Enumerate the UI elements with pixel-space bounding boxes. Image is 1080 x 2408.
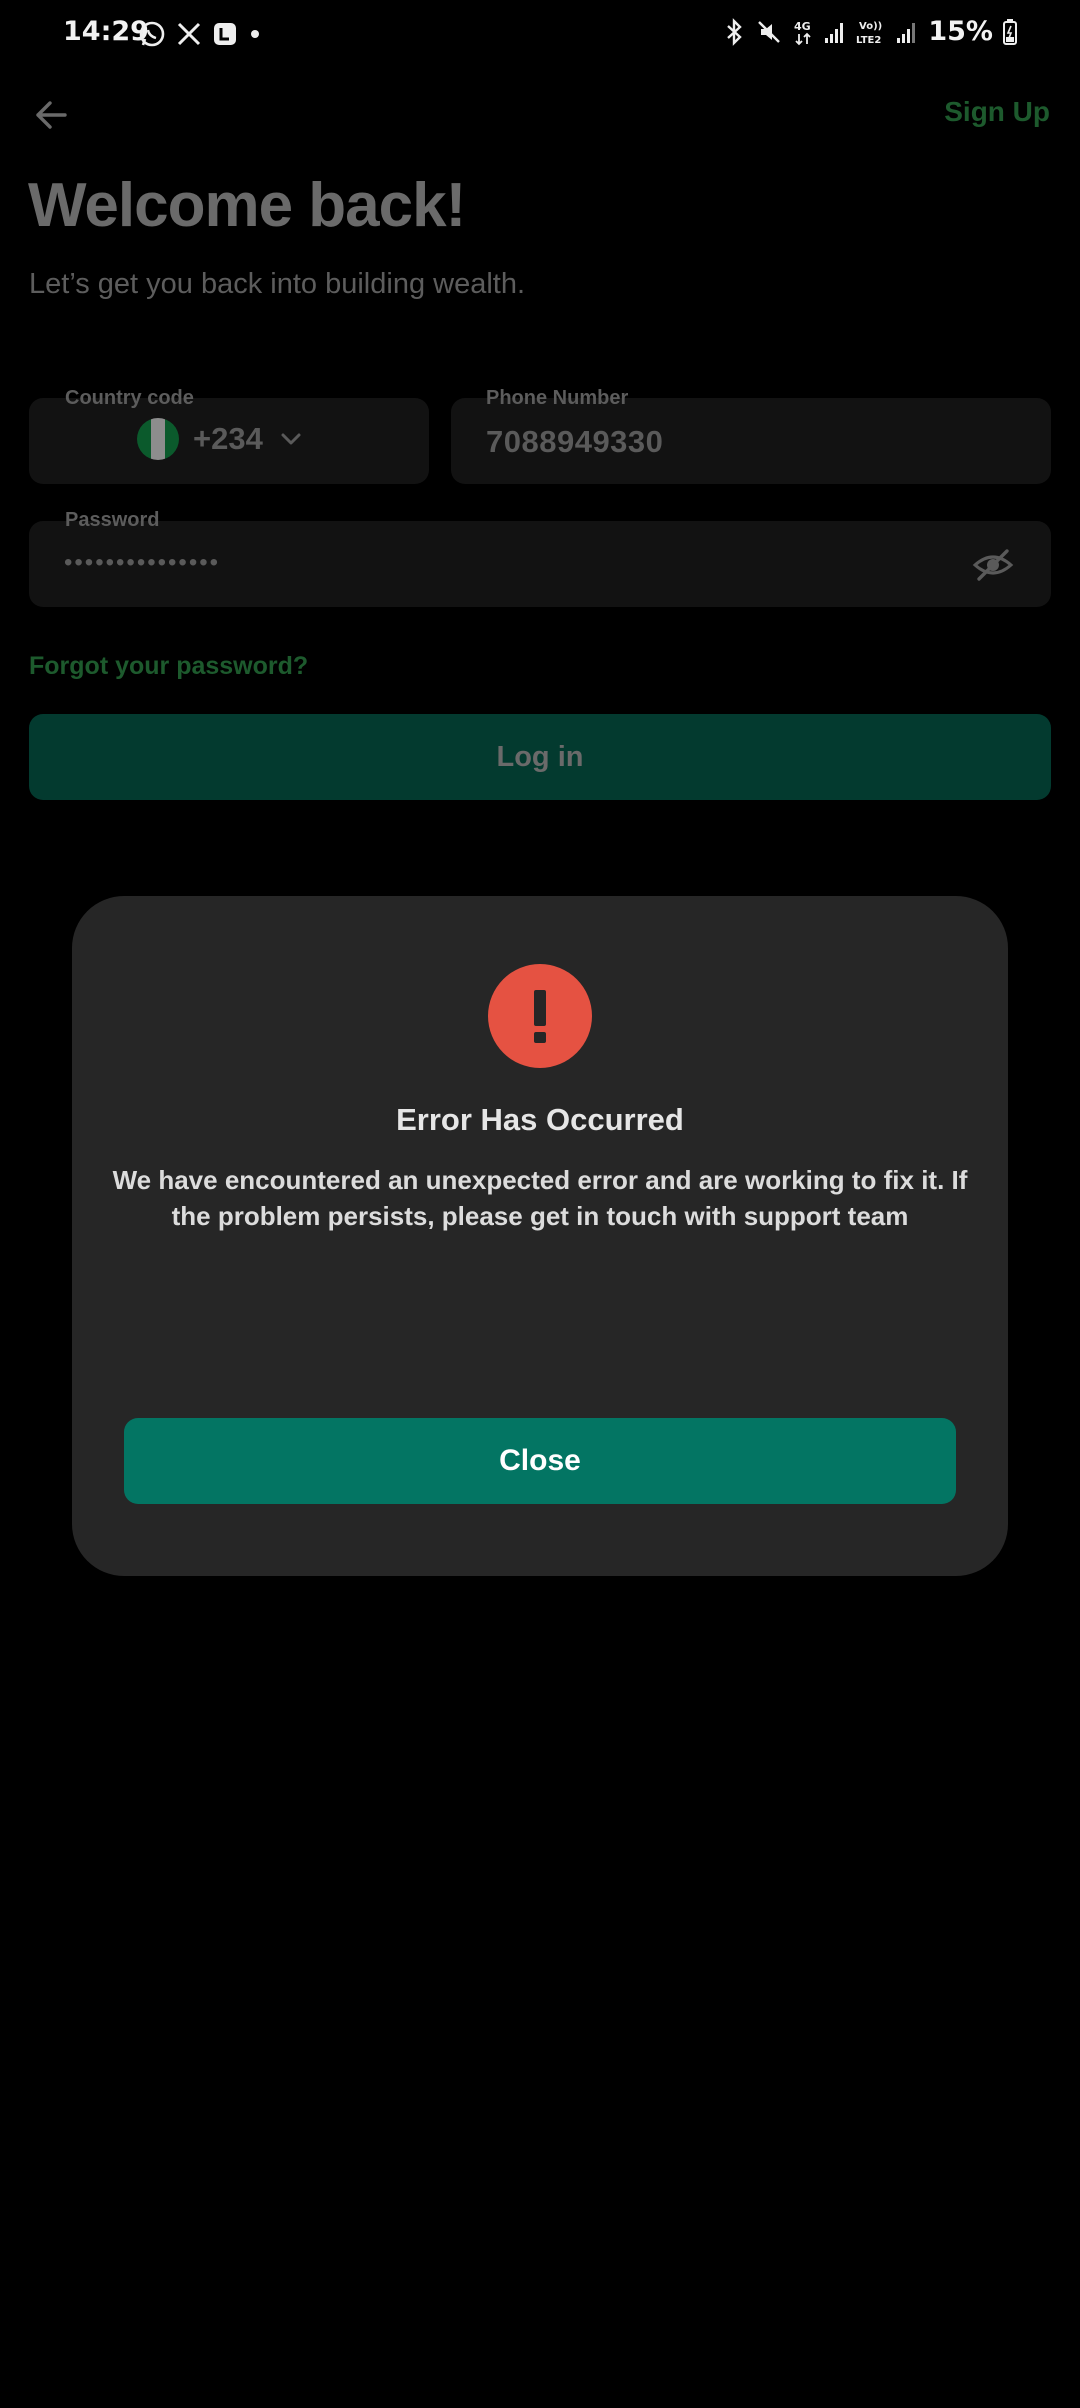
page-title: Welcome back! <box>28 171 466 240</box>
country-code-content: +234 <box>137 418 305 460</box>
battery-charging-icon <box>1003 18 1017 45</box>
chevron-down-icon <box>281 433 301 445</box>
x-app-icon <box>176 21 202 47</box>
status-bar: 14:29 4G Vo)) LTE2 15% <box>0 0 1080 70</box>
phone-number-field[interactable]: 7088949330 <box>451 398 1051 484</box>
country-code-value: +234 <box>193 421 263 456</box>
error-dialog: Error Has Occurred We have encountered a… <box>72 896 1008 1576</box>
battery-percent: 15% <box>928 16 993 47</box>
error-title: Error Has Occurred <box>396 1102 684 1137</box>
password-visibility-toggle[interactable] <box>971 543 1015 587</box>
page-subtitle: Let’s get you back into building wealth. <box>29 268 526 300</box>
close-button[interactable]: Close <box>124 1418 956 1504</box>
app-notification-icon <box>212 21 238 47</box>
country-code-select[interactable]: +234 <box>29 398 429 484</box>
bluetooth-icon <box>724 17 746 46</box>
whatsapp-icon <box>138 20 166 48</box>
exclamation-icon <box>488 964 592 1068</box>
sign-up-link[interactable]: Sign Up <box>944 96 1050 128</box>
more-notifications-dot-icon <box>248 27 262 41</box>
password-value: ••••••••••••••• <box>64 549 221 576</box>
mute-icon <box>756 19 782 45</box>
country-code-label: Country code <box>65 387 194 409</box>
signal-strength-icon <box>824 20 846 44</box>
nigeria-flag-icon <box>137 418 179 460</box>
signal-strength-2-icon <box>896 20 918 44</box>
svg-text:Vo)): Vo)) <box>859 21 882 32</box>
arrow-left-icon <box>36 101 67 129</box>
status-time: 14:29 <box>63 16 149 47</box>
forgot-password-link[interactable]: Forgot your password? <box>29 652 308 681</box>
eye-off-icon <box>972 549 1014 581</box>
back-button[interactable] <box>28 92 74 138</box>
log-in-button[interactable]: Log in <box>29 714 1051 800</box>
password-label: Password <box>65 509 160 531</box>
notification-icons <box>138 20 262 48</box>
error-message: We have encountered an unexpected error … <box>112 1165 968 1231</box>
phone-number-label: Phone Number <box>486 387 629 409</box>
phone-number-value: 7088949330 <box>486 424 664 459</box>
volte-icon: Vo)) LTE2 <box>856 18 886 46</box>
password-field[interactable]: ••••••••••••••• <box>29 521 1051 607</box>
network-4g-icon: 4G <box>792 18 814 46</box>
svg-text:4G: 4G <box>794 20 811 33</box>
svg-text:LTE2: LTE2 <box>856 35 881 46</box>
system-status-icons: 4G Vo)) LTE2 15% <box>724 16 1017 47</box>
